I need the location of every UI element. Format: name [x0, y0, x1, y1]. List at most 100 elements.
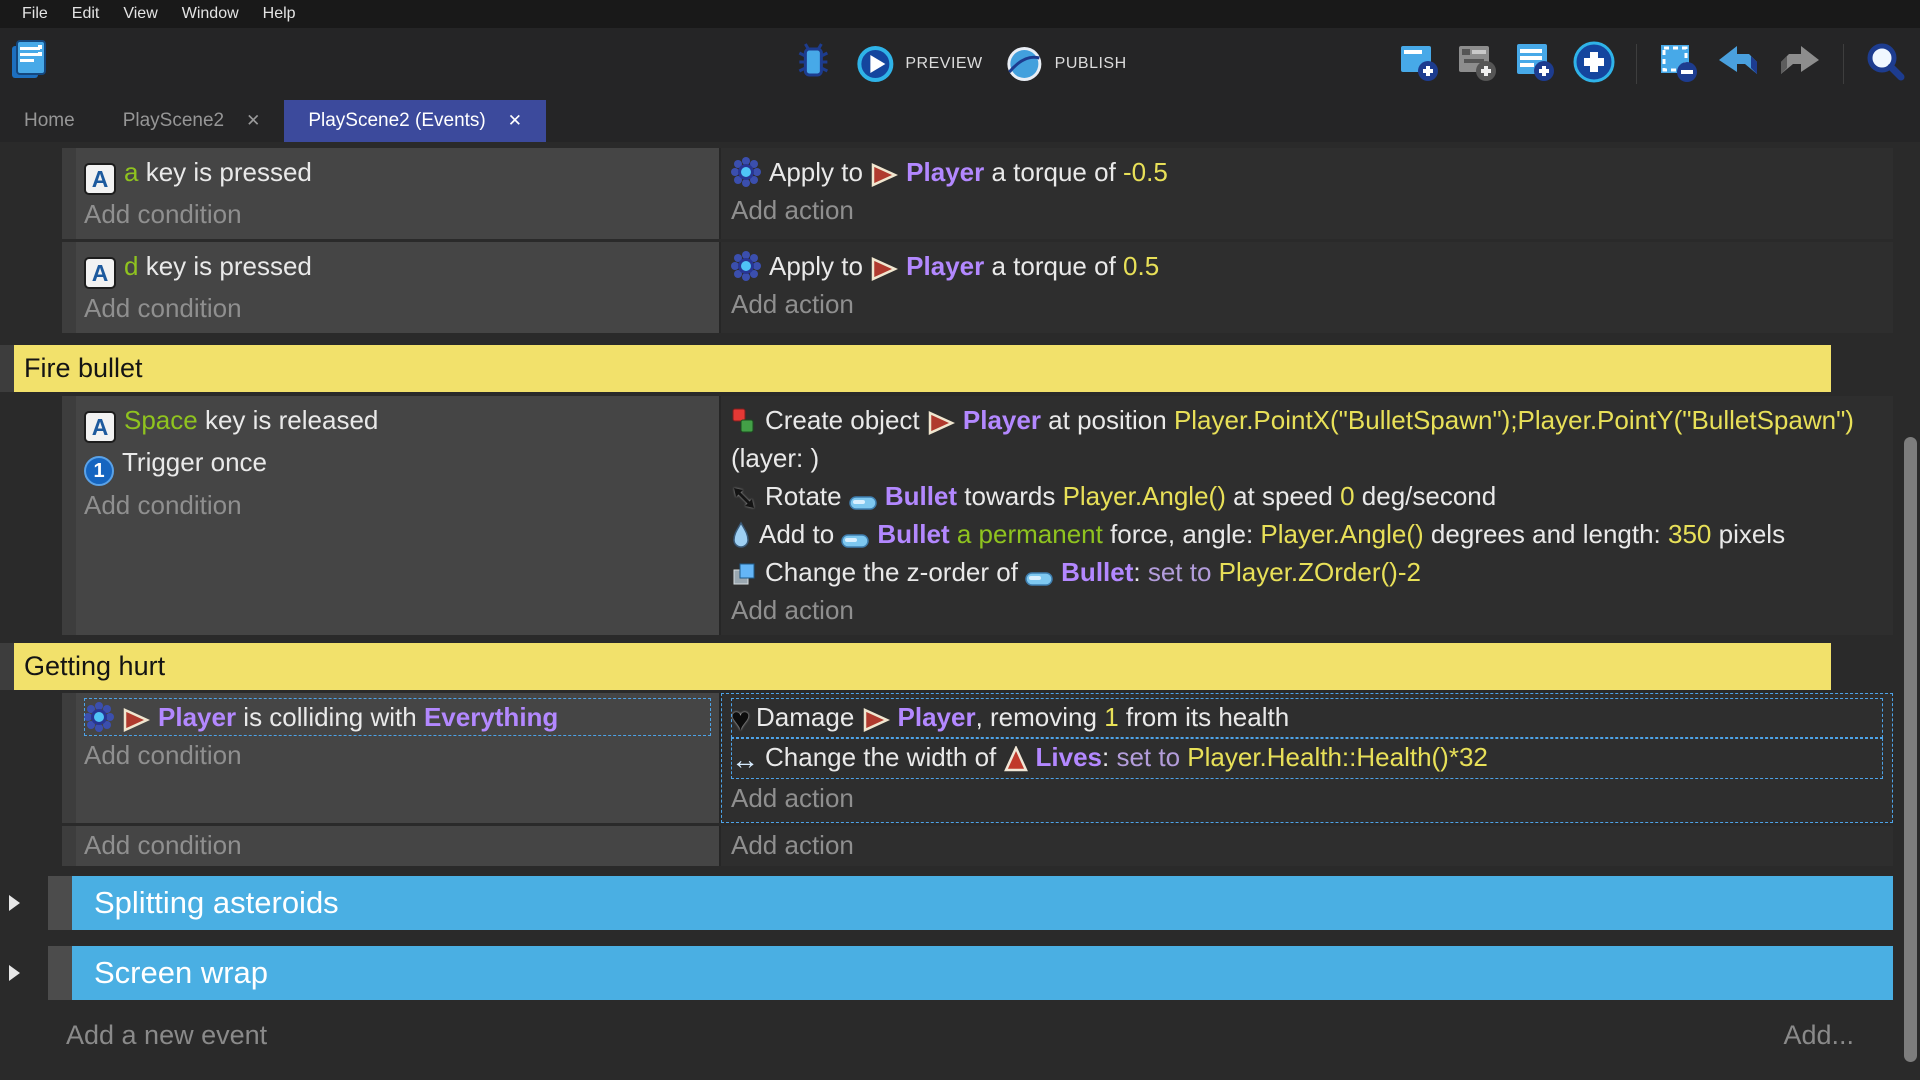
event-gutter[interactable]: [62, 693, 76, 823]
physics-icon: [84, 702, 114, 732]
add-condition-button[interactable]: Add condition: [84, 486, 711, 524]
menu-help[interactable]: Help: [251, 5, 308, 23]
menu-view[interactable]: View: [111, 5, 169, 23]
vertical-scrollbar-thumb[interactable]: [1904, 437, 1917, 1062]
condition-key-pressed[interactable]: d key is pressed: [84, 247, 711, 289]
trigger-once-icon: [84, 456, 114, 486]
action-create-object[interactable]: Create object Player at position Player.…: [731, 401, 1883, 477]
conditions-cell: Player is colliding with Everything Add …: [76, 693, 719, 823]
actions-cell: Apply to Player a torque of -0.5 Add act…: [721, 148, 1893, 239]
event-gutter[interactable]: [62, 242, 76, 333]
event-group-row: Screen wrap: [0, 946, 1893, 1000]
add-action-button[interactable]: Add action: [731, 826, 1883, 864]
add-subevent-button[interactable]: [1456, 41, 1498, 88]
menu-window[interactable]: Window: [170, 5, 251, 23]
add-condition-button[interactable]: Add condition: [84, 826, 711, 864]
event-row: Space key is released Trigger once Add c…: [62, 396, 1893, 635]
expand-arrow-icon[interactable]: [9, 965, 20, 981]
group-rail: [0, 946, 48, 1000]
action-zorder[interactable]: Change the z-order of Bullet: set to Pla…: [731, 553, 1883, 591]
redo-button[interactable]: [1777, 42, 1823, 87]
deselect-button[interactable]: [1657, 41, 1699, 88]
event-row-selected: Player is colliding with Everything Add …: [62, 693, 1893, 823]
add-subevent-icon: [1456, 41, 1498, 83]
lives-ship-icon: [1004, 746, 1028, 772]
event-gutter[interactable]: [0, 643, 14, 690]
conditions-cell: Space key is released Trigger once Add c…: [76, 396, 719, 635]
tab-label: Home: [24, 110, 75, 132]
player-ship-icon: [870, 163, 898, 187]
physics-icon: [731, 251, 761, 281]
add-event-icon: [1398, 41, 1440, 83]
add-new-event-button[interactable]: Add a new event: [66, 1020, 267, 1051]
comment-row: Getting hurt: [0, 643, 1831, 690]
add-comment-icon: [1514, 41, 1556, 83]
tab-home[interactable]: Home: [0, 100, 99, 142]
tab-label: PlayScene2 (Events): [308, 110, 485, 132]
redo-arrow-icon: [1777, 42, 1823, 82]
action-rotate[interactable]: Rotate Bullet towards Player.Angle() at …: [731, 477, 1883, 515]
action-apply-torque[interactable]: Apply to Player a torque of -0.5: [731, 153, 1883, 191]
close-tab-icon[interactable]: ✕: [246, 111, 260, 131]
undo-button[interactable]: [1715, 42, 1761, 87]
tab-bar: Home PlayScene2 ✕ PlayScene2 (Events) ✕: [0, 100, 1920, 142]
event-row-empty: Add condition Add action: [62, 826, 1893, 866]
action-apply-torque[interactable]: Apply to Player a torque of 0.5: [731, 247, 1883, 285]
debugger-button[interactable]: [793, 41, 833, 88]
action-change-width[interactable]: Change the width of Lives: set to Player…: [731, 738, 1883, 779]
event-gutter[interactable]: [62, 148, 76, 239]
preview-button[interactable]: PREVIEW: [855, 44, 982, 84]
condition-key-pressed[interactable]: a key is pressed: [84, 153, 711, 195]
comment-getting-hurt[interactable]: Getting hurt: [14, 643, 1831, 690]
events-footer: Add a new event Add...: [0, 1020, 1920, 1051]
add-event-button[interactable]: [1398, 41, 1440, 88]
group-splitting-asteroids[interactable]: Splitting asteroids: [72, 876, 1893, 930]
keyboard-icon: [84, 257, 116, 289]
tab-label: PlayScene2: [123, 110, 224, 132]
group-rail: [0, 876, 48, 930]
bullet-icon: [1025, 571, 1053, 587]
tab-playscene2[interactable]: PlayScene2 ✕: [99, 100, 285, 142]
conditions-cell: a key is pressed Add condition: [76, 148, 719, 239]
conditions-cell: Add condition: [76, 826, 719, 866]
add-more-link[interactable]: Add...: [1783, 1020, 1854, 1051]
add-comment-button[interactable]: [1514, 41, 1556, 88]
actions-cell: Apply to Player a torque of 0.5 Add acti…: [721, 242, 1893, 333]
conditions-cell: d key is pressed Add condition: [76, 242, 719, 333]
publish-button[interactable]: PUBLISH: [1005, 44, 1127, 84]
condition-trigger-once[interactable]: Trigger once: [84, 443, 711, 486]
condition-key-released[interactable]: Space key is released: [84, 401, 711, 443]
event-gutter[interactable]: [0, 345, 14, 392]
condition-collision[interactable]: Player is colliding with Everything: [84, 698, 711, 736]
event-gutter[interactable]: [62, 826, 76, 866]
group-gutter[interactable]: [48, 876, 72, 930]
search-button[interactable]: [1864, 41, 1906, 88]
tab-playscene2-events[interactable]: PlayScene2 (Events) ✕: [284, 100, 546, 142]
action-damage[interactable]: Damage Player, removing 1 from its healt…: [731, 698, 1883, 738]
add-action-button[interactable]: Add action: [731, 591, 1883, 629]
add-condition-button[interactable]: Add condition: [84, 195, 711, 233]
add-circle-icon: [1572, 40, 1616, 84]
add-action-button[interactable]: Add action: [731, 191, 1883, 229]
menu-file[interactable]: File: [10, 5, 60, 23]
player-ship-icon: [870, 257, 898, 281]
group-gutter[interactable]: [48, 946, 72, 1000]
group-screen-wrap[interactable]: Screen wrap: [72, 946, 1893, 1000]
add-condition-button[interactable]: Add condition: [84, 736, 711, 774]
event-row: d key is pressed Add condition Apply to …: [62, 242, 1893, 333]
undo-arrow-icon: [1715, 42, 1761, 82]
close-tab-icon[interactable]: ✕: [508, 111, 522, 131]
expand-arrow-icon[interactable]: [9, 895, 20, 911]
comment-fire-bullet[interactable]: Fire bullet: [14, 345, 1831, 392]
width-arrow-icon: [731, 744, 759, 775]
menu-edit[interactable]: Edit: [60, 5, 112, 23]
add-more-button[interactable]: [1572, 40, 1616, 89]
action-add-force[interactable]: Add to Bullet a permanent force, angle: …: [731, 515, 1883, 553]
event-gutter[interactable]: [62, 396, 76, 635]
add-action-button[interactable]: Add action: [731, 285, 1883, 323]
add-condition-button[interactable]: Add condition: [84, 289, 711, 327]
add-action-button[interactable]: Add action: [731, 779, 1883, 817]
create-object-icon: [731, 407, 757, 435]
damage-heart-icon: [731, 701, 750, 737]
project-manager-button[interactable]: [8, 69, 52, 86]
